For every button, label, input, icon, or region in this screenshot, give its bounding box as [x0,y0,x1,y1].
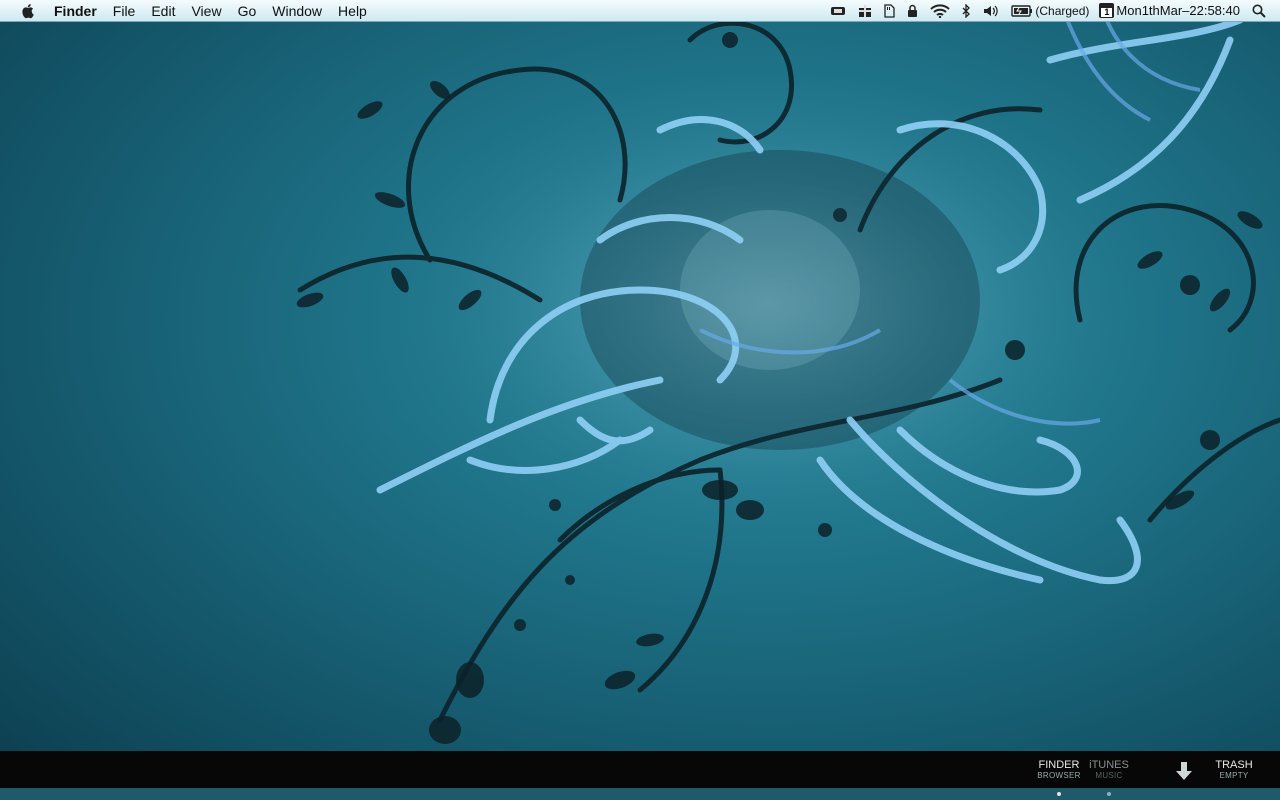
calendar-icon[interactable]: 1 [1099,3,1115,18]
gift-icon[interactable] [852,0,878,22]
sd-card-icon[interactable] [878,0,901,22]
dock-item-subtitle: MUSIC [1095,771,1123,780]
menu-file[interactable]: File [105,0,144,22]
down-arrow-icon[interactable] [1175,760,1193,782]
menu-help[interactable]: Help [330,0,375,22]
dock-item-title: TRASH [1215,759,1253,771]
menu-window[interactable]: Window [264,0,330,22]
calendar-day: 1 [1101,8,1113,17]
dock-item-title: iTUNES [1089,759,1129,771]
menu-clock[interactable]: Mon1thMar–22:58:40 [1114,3,1246,18]
box-icon[interactable] [824,0,852,22]
dock-item-trash[interactable]: TRASH EMPTY [1212,759,1256,781]
wifi-icon[interactable] [924,0,956,22]
dock-item-title: FINDER [1038,759,1080,771]
dock-item-subtitle: EMPTY [1219,771,1249,780]
bluetooth-icon[interactable] [956,0,977,22]
apple-icon[interactable] [18,3,38,19]
volume-icon[interactable] [977,0,1005,22]
menu-edit[interactable]: Edit [143,0,183,22]
dock: FINDER BROWSER iTUNES MUSIC TRASH EMPTY [0,751,1280,788]
wallpaper-art [0,0,1280,800]
dock-item-finder[interactable]: FINDER BROWSER [1036,759,1082,781]
menu-view[interactable]: View [183,0,229,22]
dock-shelf [0,788,1280,800]
dock-item-itunes[interactable]: iTUNES MUSIC [1088,759,1130,781]
spotlight-icon[interactable] [1246,0,1272,22]
running-indicator-finder [1057,792,1061,796]
menu-bar: Finder File Edit View Go Window Help (Ch… [0,0,1280,22]
desktop: Finder File Edit View Go Window Help (Ch… [0,0,1280,800]
menu-go[interactable]: Go [230,0,265,22]
battery-icon[interactable]: (Charged) [1005,0,1095,22]
running-indicator-itunes [1107,792,1111,796]
dock-item-subtitle: BROWSER [1037,771,1081,780]
battery-status: (Charged) [1035,3,1090,18]
lock-icon[interactable] [901,0,924,22]
menu-finder[interactable]: Finder [52,0,105,22]
